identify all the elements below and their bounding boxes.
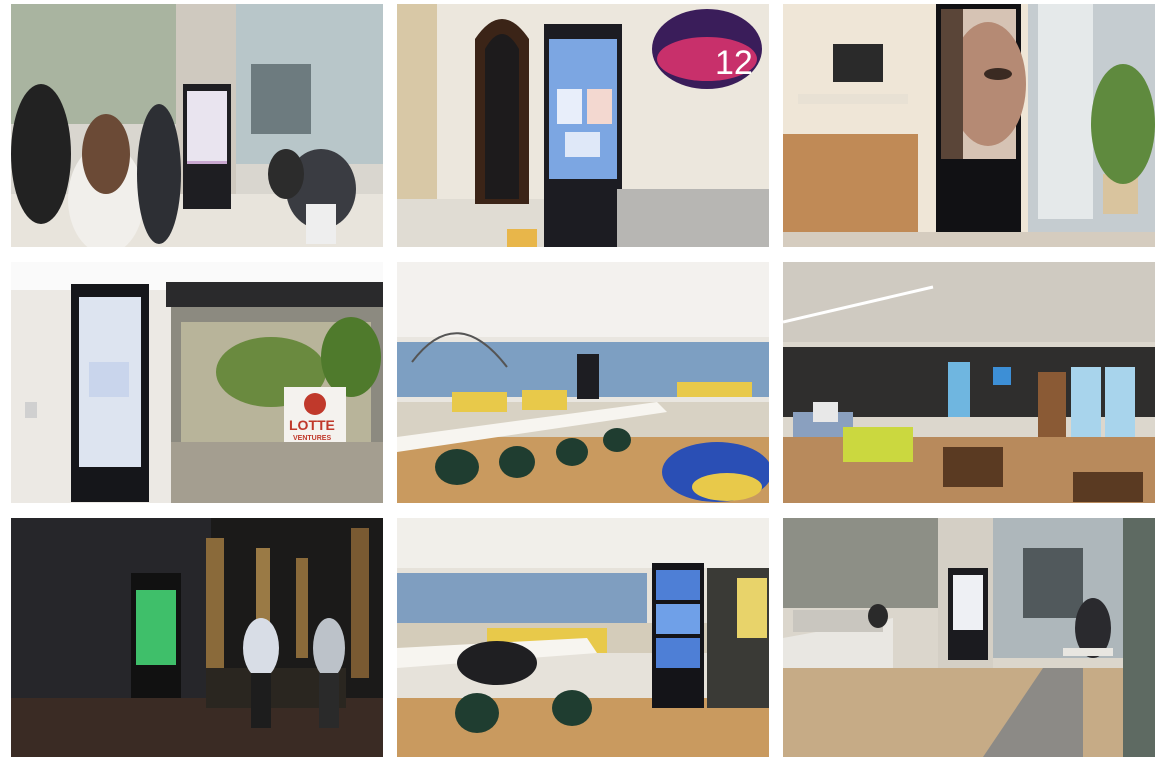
photo-lounge-multiscreen-kiosk-image (397, 518, 769, 757)
panel-number: 12 (715, 44, 753, 82)
photo-cafe-counter-kiosk-image (783, 518, 1155, 757)
photo-cafe-lounge-fridges-image (783, 262, 1155, 503)
photo-lobby-kiosk-arch: 12 (397, 4, 769, 247)
photo-grid: 12 LOTTE VENTURES (0, 0, 1167, 758)
photo-lounge-multiscreen-kiosk (397, 518, 769, 757)
photo-dark-hallway-kiosk (11, 518, 383, 757)
photo-coworking-lounge (397, 262, 769, 503)
ventures-sign-text: VENTURES (293, 435, 331, 442)
photo-kiosk-face-window-image (783, 4, 1155, 247)
photo-glass-entrance-lotte-image: LOTTE VENTURES (11, 262, 383, 503)
photo-kiosk-face-window (783, 4, 1155, 247)
photo-cafe-kiosk-people (11, 4, 383, 247)
photo-dark-hallway-kiosk-image (11, 518, 383, 757)
photo-coworking-lounge-image (397, 262, 769, 503)
lotte-sign-text: LOTTE (289, 417, 335, 433)
photo-cafe-counter-kiosk (783, 518, 1155, 757)
photo-lobby-kiosk-arch-image: 12 (397, 4, 769, 247)
photo-cafe-lounge-fridges (783, 262, 1155, 503)
photo-glass-entrance-lotte: LOTTE VENTURES (11, 262, 383, 503)
photo-cafe-kiosk-people-image (11, 4, 383, 247)
